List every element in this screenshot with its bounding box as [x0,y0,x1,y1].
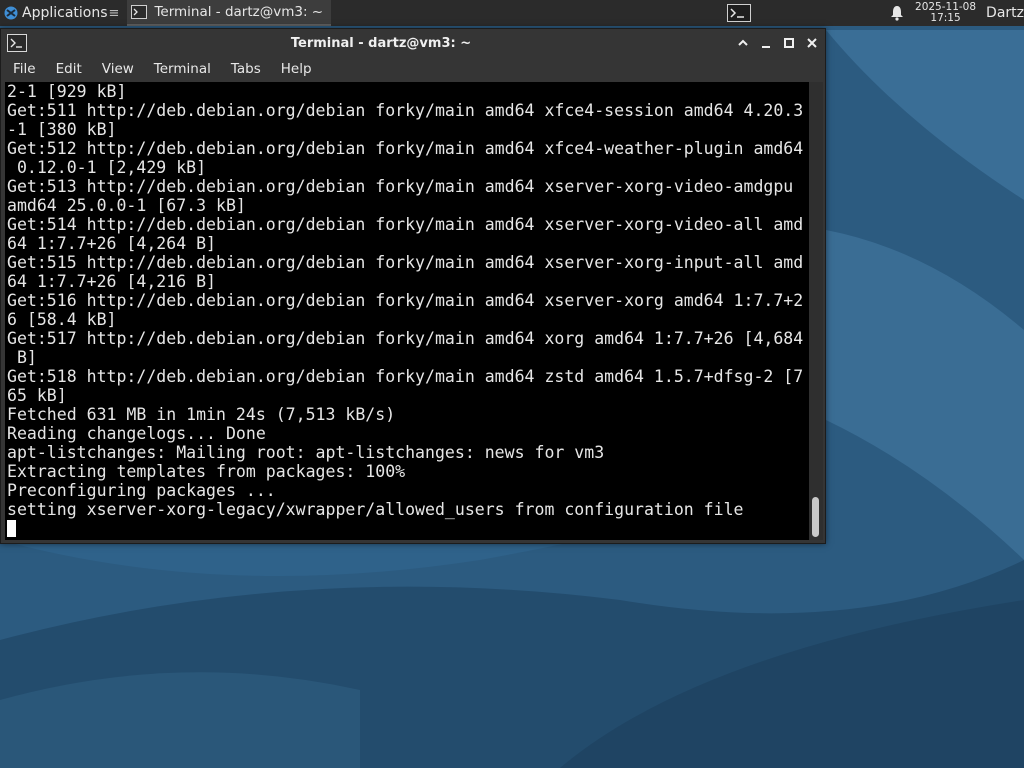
menu-file[interactable]: File [9,61,44,77]
top-panel: Applications ≡ Terminal - dartz@vm3: ~ 2… [0,0,1024,26]
terminal-line: Get:514 http://deb.debian.org/debian for… [7,215,804,234]
terminal-line: Extracting templates from packages: 100% [7,462,406,481]
terminal-line: setting xserver-xorg-legacy/xwrapper/all… [7,500,744,519]
terminal-line: 0.12.0-1 [2,429 kB] [7,158,207,177]
terminal-scrollbar[interactable] [809,82,823,540]
user-menu[interactable]: Dartz [986,5,1024,21]
close-icon[interactable] [804,35,820,51]
desktop: Applications ≡ Terminal - dartz@vm3: ~ 2… [0,0,1024,768]
menu-bar: File Edit View Terminal Tabs Help [1,58,825,80]
clock-time: 17:15 [930,12,961,24]
terminal-line: -1 [380 kB] [7,120,117,139]
restore-icon[interactable] [781,35,797,51]
terminal-prompt-line [7,519,803,538]
menu-separator-icon: ≡ [108,5,120,21]
terminal-line: Fetched 631 MB in 1min 24s (7,513 kB/s) [7,405,396,424]
terminal-line: 2-1 [929 kB] [7,82,127,101]
menu-help[interactable]: Help [277,61,320,77]
terminal-line: Get:511 http://deb.debian.org/debian for… [7,101,804,120]
terminal-output[interactable]: 2-1 [929 kB] Get:511 http://deb.debian.or… [5,82,809,540]
terminal-line: Reading changelogs... Done [7,424,266,443]
maximize-up-icon[interactable] [735,35,751,51]
applications-label: Applications [22,5,108,21]
terminal-window: Terminal - dartz@vm3: ~ File Edit View T… [0,28,826,544]
terminal-line: 65 kB] [7,386,67,405]
window-title: Terminal - dartz@vm3: ~ [290,36,472,51]
terminal-line: Get:517 http://deb.debian.org/debian for… [7,329,804,348]
terminal-line: Preconfiguring packages ... [7,481,276,500]
taskbar-item-terminal[interactable]: Terminal - dartz@vm3: ~ [127,0,332,26]
terminal-line: Get:513 http://deb.debian.org/debian for… [7,177,794,196]
terminal-line: B] [7,348,37,367]
terminal-line: Get:512 http://deb.debian.org/debian for… [7,139,804,158]
xfce-logo-icon [3,5,19,21]
taskbar-item-label: Terminal - dartz@vm3: ~ [154,4,324,20]
menu-tabs[interactable]: Tabs [227,61,269,77]
minimize-icon[interactable] [758,35,774,51]
scrollbar-thumb[interactable] [812,497,819,537]
menu-edit[interactable]: Edit [52,61,90,77]
terminal-icon [131,5,148,19]
terminal-line: 64 1:7.7+26 [4,216 B] [7,272,217,291]
terminal-line: Get:518 http://deb.debian.org/debian for… [7,367,804,386]
bell-icon[interactable] [887,3,907,23]
clock[interactable]: 2025-11-08 17:15 [915,2,976,24]
text-cursor [7,520,16,537]
terminal-line: apt-listchanges: Mailing root: apt-listc… [7,443,605,462]
terminal-line: Get:515 http://deb.debian.org/debian for… [7,253,804,272]
terminal-line: 64 1:7.7+26 [4,264 B] [7,234,217,253]
terminal-launcher-icon[interactable] [726,3,752,23]
terminal-text: 2-1 [929 kB] Get:511 http://deb.debian.or… [7,82,803,538]
terminal-line: 6 [58.4 kB] [7,310,117,329]
applications-menu[interactable]: Applications ≡ [0,0,123,26]
terminal-line: amd64 25.0.0-1 [67.3 kB] [7,196,246,215]
menu-terminal[interactable]: Terminal [150,61,219,77]
terminal-line: Get:516 http://deb.debian.org/debian for… [7,291,804,310]
menu-view[interactable]: View [98,61,142,77]
window-titlebar[interactable]: Terminal - dartz@vm3: ~ [1,29,825,57]
